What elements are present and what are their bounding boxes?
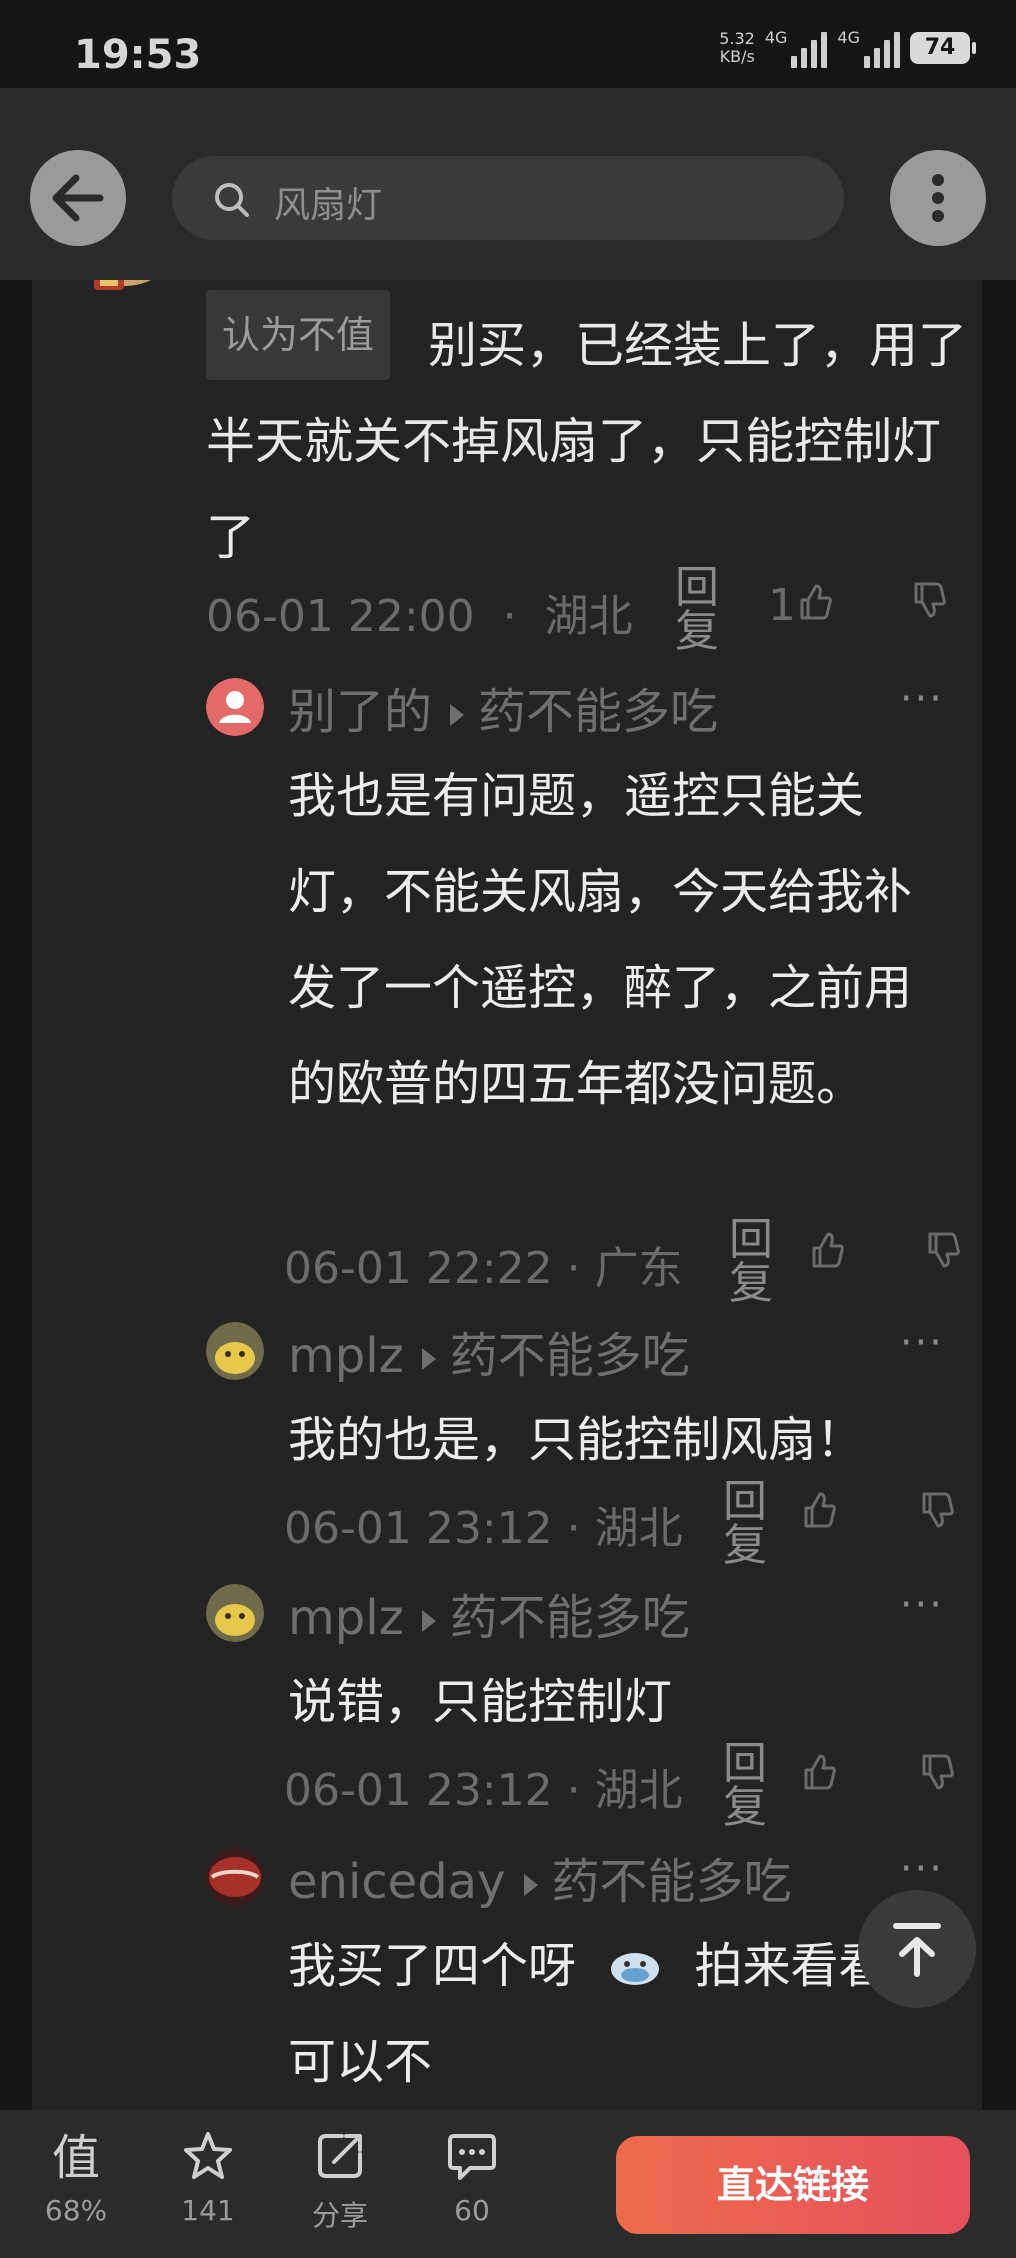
thumb-up-icon[interactable]	[798, 1490, 838, 1530]
reply-target[interactable]: 药不能多吃	[552, 1854, 792, 1910]
share-button[interactable]: 分享	[290, 2128, 390, 2234]
reply-arrow-icon	[421, 1610, 436, 1632]
thumb-up-icon[interactable]	[798, 1752, 838, 1792]
reply-button[interactable]: 回复	[722, 1480, 768, 1568]
more-options-button[interactable]: ···	[900, 1582, 944, 1628]
thumb-up-icon[interactable]	[806, 1230, 846, 1270]
star-icon	[184, 2132, 232, 2179]
emoji-icon	[611, 1953, 660, 1985]
bottom-action-bar: 值 68% 141 分享 60 直达链接	[0, 2110, 1016, 2258]
svg-text:值: 值	[52, 2130, 100, 2184]
worth-button[interactable]: 值 68%	[26, 2128, 126, 2227]
reply-button[interactable]: 回复	[674, 566, 720, 654]
reply-target[interactable]: 药不能多吃	[478, 684, 718, 740]
signal-icon: 4G	[837, 28, 900, 68]
reply-user: eniceday 药不能多吃	[288, 1842, 792, 1912]
thumb-down-icon[interactable]	[916, 1490, 956, 1530]
reply-user: mplz 药不能多吃	[288, 1316, 690, 1386]
reply-text: 说错，只能控制灯	[288, 1674, 673, 1730]
share-icon	[318, 2134, 362, 2178]
reply-button[interactable]: 回复	[728, 1218, 774, 1306]
more-options-button[interactable]: ···	[900, 676, 944, 722]
reply-item: 别了的 药不能多吃 ··· 我也是有问题，遥控只能关灯，不能关风扇，今天给我补发了…	[206, 676, 982, 1238]
status-bar: 19:53 5.32 KB/s 4G 4G 74	[0, 0, 1016, 88]
arrow-up-to-top-icon	[893, 1923, 941, 1977]
reply-target[interactable]: 药不能多吃	[450, 1590, 690, 1646]
reply-text: 我的也是，只能控制风扇！	[288, 1412, 865, 1468]
avatar[interactable]	[206, 1848, 264, 1906]
comment-time: 06-01 22:00	[206, 591, 475, 642]
comment-thread: 认为不值 别买，已经装上了，用了半天就关不掉风扇了，只能控制灯了 06-01 2…	[32, 280, 982, 2110]
avatar[interactable]	[206, 678, 264, 736]
battery-icon: 74	[910, 32, 976, 64]
comment-meta: 06-01 22:00 · 湖北	[206, 580, 633, 644]
avatar[interactable]	[62, 280, 162, 300]
reply-user: mplz 药不能多吃	[288, 1578, 690, 1648]
reply-arrow-icon	[421, 1348, 436, 1370]
username[interactable]: mplz	[288, 1328, 404, 1384]
thumb-up-icon[interactable]	[794, 582, 834, 622]
comment-button[interactable]: 60	[422, 2128, 522, 2227]
more-vertical-icon	[932, 174, 944, 222]
reply-user: 别了的 药不能多吃	[288, 672, 718, 742]
avatar[interactable]	[206, 1322, 264, 1380]
more-button[interactable]	[890, 150, 986, 246]
like-count: 1	[768, 580, 796, 631]
search-query: 风扇灯	[274, 185, 383, 226]
comment-text: 别买，已经装上了，用了半天就关不掉风扇了，只能控制灯了	[206, 317, 968, 566]
thumb-down-icon[interactable]	[916, 1752, 956, 1792]
favorite-button[interactable]: 141	[158, 2128, 258, 2227]
comment-location: 湖北	[544, 591, 633, 642]
net-speed: 5.32 KB/s	[719, 29, 755, 66]
username[interactable]: mplz	[288, 1590, 404, 1646]
chat-bubble-icon	[448, 2134, 496, 2180]
search-icon	[215, 183, 249, 217]
avatar[interactable]	[206, 1584, 264, 1642]
separator: ·	[502, 591, 517, 642]
more-options-button[interactable]: ···	[900, 1846, 944, 1892]
reply-item: mplz 药不能多吃 ··· 我的也是，只能控制风扇！	[206, 1320, 982, 1468]
status-time: 19:53	[74, 32, 202, 78]
search-input[interactable]: 风扇灯	[172, 156, 844, 240]
reply-arrow-icon	[450, 704, 465, 726]
scroll-to-top-button[interactable]	[858, 1890, 976, 2008]
reply-meta: 06-01 22:22 · 广东	[284, 1243, 683, 1294]
signal-icon: 4G	[765, 28, 828, 68]
back-button[interactable]	[30, 150, 126, 246]
reply-button[interactable]: 回复	[722, 1742, 768, 1830]
reply-item: mplz 药不能多吃 ··· 说错，只能控制灯	[206, 1582, 982, 1730]
thumb-down-icon[interactable]	[908, 580, 948, 620]
username[interactable]: eniceday	[288, 1854, 506, 1910]
direct-link-button[interactable]: 直达链接	[616, 2136, 970, 2234]
reply-meta: 06-01 23:12 · 湖北	[284, 1765, 683, 1816]
reply-text: 我也是有问题，遥控只能关灯，不能关风扇，今天给我补发了一个遥控，醉了，之前用的欧…	[288, 768, 913, 1112]
reply-text: 我买了四个呀 拍来看看可以不	[288, 1938, 887, 2090]
username[interactable]: 别了的	[288, 684, 432, 740]
more-options-button[interactable]: ···	[900, 1320, 944, 1366]
arrow-left-icon	[52, 174, 104, 222]
worth-icon: 值	[52, 2130, 100, 2186]
reply-arrow-icon	[523, 1874, 538, 1896]
reply-meta: 06-01 23:12 · 湖北	[284, 1503, 683, 1554]
thumb-down-icon[interactable]	[922, 1230, 962, 1270]
reply-target[interactable]: 药不能多吃	[450, 1328, 690, 1384]
top-bar: 风扇灯	[0, 88, 1016, 280]
status-icons: 5.32 KB/s 4G 4G 74	[719, 28, 976, 68]
